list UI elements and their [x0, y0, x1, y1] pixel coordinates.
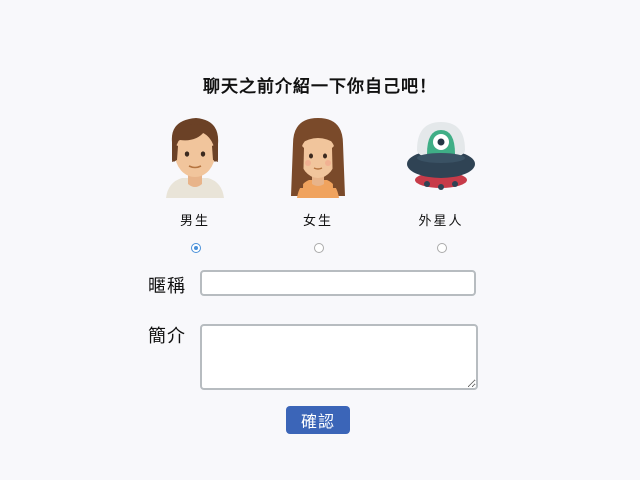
nickname-label: 暱稱	[148, 276, 186, 297]
avatar-label-alien: 外星人	[418, 214, 464, 229]
avatar-option-alien[interactable]: 外星人	[391, 114, 491, 229]
radio-female[interactable]	[314, 243, 324, 253]
avatar-option-female[interactable]: 女生	[268, 114, 368, 229]
alien-ufo-icon	[407, 122, 475, 190]
radio-male[interactable]	[191, 243, 201, 253]
intro-page: 聊天之前介紹一下你自己吧！ 男生 女生 外星人 暱稱 簡介 確認	[0, 0, 640, 480]
avatar-label-male: 男生	[179, 214, 210, 229]
avatar-label-female: 女生	[302, 214, 333, 229]
page-title: 聊天之前介紹一下你自己吧！	[203, 77, 437, 97]
bio-textarea[interactable]	[200, 324, 478, 390]
avatar-option-male[interactable]: 男生	[145, 114, 245, 229]
male-avatar-icon	[166, 118, 224, 198]
confirm-button[interactable]: 確認	[286, 406, 350, 434]
bio-label: 簡介	[148, 326, 186, 347]
nickname-input[interactable]	[200, 270, 476, 296]
radio-alien[interactable]	[437, 243, 447, 253]
female-avatar-icon	[291, 118, 345, 198]
